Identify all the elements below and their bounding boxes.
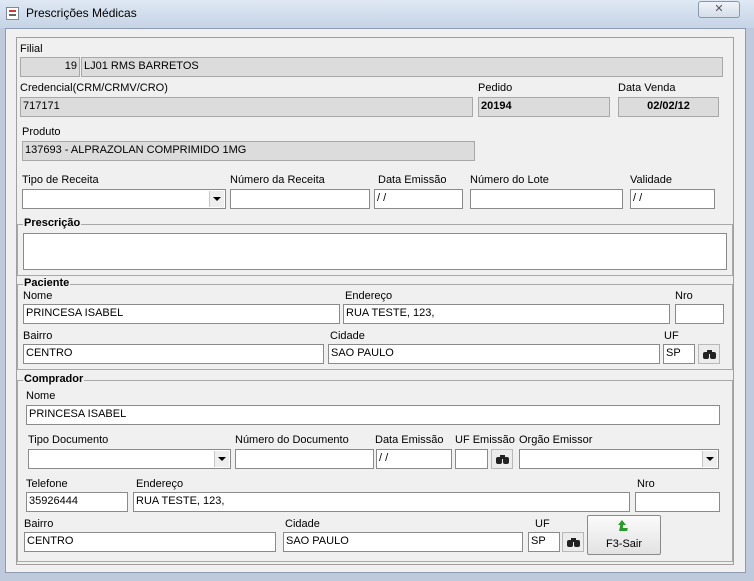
exit-button-label: F3-Sair <box>605 538 643 550</box>
numero-lote-label: Número do Lote <box>470 174 549 186</box>
prescricao-group-label: Prescrição <box>23 217 82 229</box>
app-window: Prescrições Médicas ✕ Filial 19 LJ01 RMS… <box>0 0 754 581</box>
comprador-uf-input[interactable]: SP <box>528 532 560 552</box>
paciente-nome-label: Nome <box>23 290 53 302</box>
data-emissao-receita-input[interactable]: / / <box>374 189 463 209</box>
telefone-label: Telefone <box>26 478 68 490</box>
paciente-endereco-input[interactable]: RUA TESTE, 123, <box>343 304 670 324</box>
prescricao-textarea[interactable] <box>23 233 727 270</box>
paciente-nro-label: Nro <box>675 290 693 302</box>
data-venda-field: 02/02/12 <box>618 97 719 117</box>
title-bar[interactable]: Prescrições Médicas ✕ <box>0 0 754 28</box>
paciente-bairro-label: Bairro <box>23 330 53 342</box>
comprador-nome-label: Nome <box>26 390 56 402</box>
comprador-nro-input[interactable] <box>635 492 720 512</box>
orgao-emissor-label: Orgão Emissor <box>519 434 593 446</box>
binoculars-icon <box>567 538 580 547</box>
comprador-data-emissao-input[interactable]: / / <box>376 449 452 469</box>
tipo-receita-select[interactable] <box>22 189 226 209</box>
comprador-cidade-label: Cidade <box>285 518 320 530</box>
pedido-field: 20194 <box>478 97 610 117</box>
chevron-down-icon[interactable] <box>702 451 717 467</box>
paciente-bairro-input[interactable]: CENTRO <box>23 344 324 364</box>
exit-button[interactable]: F3-Sair <box>587 515 661 555</box>
numero-documento-label: Número do Documento <box>235 434 349 446</box>
comprador-bairro-label: Bairro <box>24 518 54 530</box>
comprador-nome-input[interactable]: PRINCESA ISABEL <box>26 405 720 425</box>
dialog-client-area: Filial 19 LJ01 RMS BARRETOS Credencial(C… <box>5 28 746 573</box>
telefone-input[interactable]: 35926444 <box>26 492 128 512</box>
numero-receita-label: Número da Receita <box>230 174 325 186</box>
comprador-endereco-label: Endereço <box>136 478 184 490</box>
filial-label: Filial <box>20 43 43 55</box>
validade-label: Validade <box>630 174 672 186</box>
comprador-group-label: Comprador <box>23 373 85 385</box>
comprador-cidade-input[interactable]: SAO PAULO <box>283 532 523 552</box>
pedido-label: Pedido <box>478 82 513 94</box>
paciente-uf-label: UF <box>664 330 679 342</box>
produto-label: Produto <box>22 126 61 138</box>
comprador-nro-label: Nro <box>637 478 655 490</box>
window-title: Prescrições Médicas <box>26 6 137 20</box>
filial-name-field: LJ01 RMS BARRETOS <box>81 57 723 77</box>
app-icon <box>6 7 19 20</box>
exit-arrow-icon <box>618 520 632 534</box>
paciente-group-label: Paciente <box>23 277 71 289</box>
comprador-bairro-input[interactable]: CENTRO <box>24 532 276 552</box>
comprador-endereco-input[interactable]: RUA TESTE, 123, <box>133 492 630 512</box>
close-button[interactable]: ✕ <box>698 1 740 18</box>
main-panel: Filial 19 LJ01 RMS BARRETOS Credencial(C… <box>16 37 734 565</box>
tipo-receita-label: Tipo de Receita <box>22 174 99 186</box>
credencial-label: Credencial(CRM/CRMV/CRO) <box>20 82 168 94</box>
tipo-documento-label: Tipo Documento <box>28 434 109 446</box>
data-emissao-receita-label: Data Emissão <box>378 174 447 186</box>
validade-input[interactable]: / / <box>630 189 715 209</box>
binoculars-icon <box>703 350 716 359</box>
credencial-field: 717171 <box>20 97 473 117</box>
paciente-nome-input[interactable]: PRINCESA ISABEL <box>23 304 340 324</box>
uf-emissao-label: UF Emissão <box>455 434 515 446</box>
numero-lote-input[interactable] <box>470 189 623 209</box>
comprador-uf-label: UF <box>535 518 550 530</box>
numero-documento-input[interactable] <box>235 449 374 469</box>
data-venda-label: Data Venda <box>618 82 676 94</box>
produto-field: 137693 - ALPRAZOLAN COMPRIMIDO 1MG <box>22 141 475 161</box>
paciente-nro-input[interactable] <box>675 304 724 324</box>
chevron-down-icon[interactable] <box>214 451 229 467</box>
filial-code-field: 19 <box>20 57 80 77</box>
uf-emissao-input[interactable] <box>455 449 488 469</box>
tipo-documento-select[interactable] <box>28 449 231 469</box>
orgao-emissor-select[interactable] <box>519 449 719 469</box>
paciente-search-button[interactable] <box>698 344 720 364</box>
comprador-data-emissao-label: Data Emissão <box>375 434 444 446</box>
paciente-endereco-label: Endereço <box>345 290 393 302</box>
comprador-search-button[interactable] <box>562 532 584 552</box>
numero-receita-input[interactable] <box>230 189 370 209</box>
paciente-cidade-label: Cidade <box>330 330 365 342</box>
paciente-uf-input[interactable]: SP <box>663 344 695 364</box>
uf-emissao-search-button[interactable] <box>491 449 513 469</box>
binoculars-icon <box>496 455 509 464</box>
paciente-cidade-input[interactable]: SAO PAULO <box>328 344 660 364</box>
chevron-down-icon[interactable] <box>209 191 224 207</box>
